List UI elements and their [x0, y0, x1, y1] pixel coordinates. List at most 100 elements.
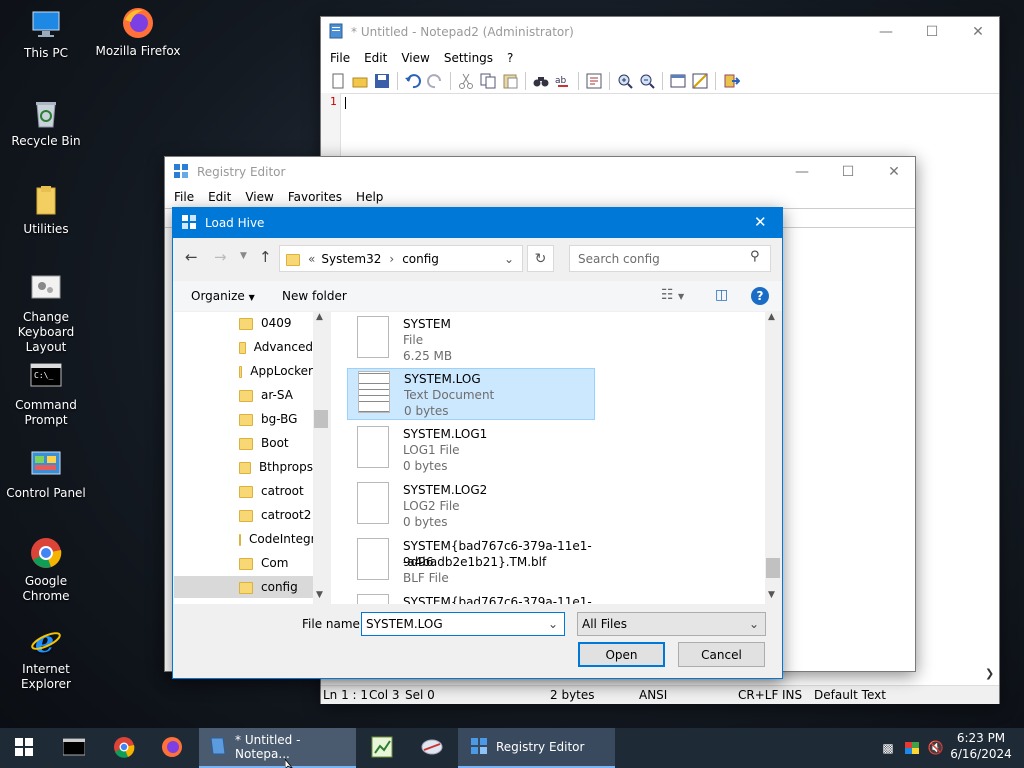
dialog-close-button[interactable]: ✕: [754, 213, 767, 231]
exit-icon[interactable]: [722, 72, 741, 90]
menu-view[interactable]: View: [394, 51, 436, 65]
settings-icon[interactable]: [691, 72, 709, 90]
new-folder-button[interactable]: New folder: [282, 289, 347, 303]
new-file-icon[interactable]: [329, 72, 347, 90]
desktop-icon-change-keyboard-layout[interactable]: Change Keyboard Layout: [0, 272, 92, 355]
search-icon[interactable]: ⚲: [750, 249, 760, 264]
address-bar[interactable]: « System32 › config ⌄: [279, 245, 523, 272]
menu-file[interactable]: File: [323, 51, 357, 65]
tree-item[interactable]: AppLocker: [174, 360, 313, 382]
file-item[interactable]: SYSTEM{bad767c6-379a-11e1-9d96: [347, 592, 595, 604]
word-wrap-icon[interactable]: [585, 72, 603, 90]
menu-edit[interactable]: Edit: [201, 190, 238, 204]
file-item[interactable]: SYSTEM.LOG1 LOG1 File 0 bytes: [347, 424, 595, 476]
search-box[interactable]: Search config ⚲: [569, 245, 771, 272]
maximize-button[interactable]: ☐: [825, 157, 871, 187]
file-list-pane[interactable]: SYSTEM File 6.25 MB SYSTEM.LOG Text Document…: [331, 312, 781, 604]
tree-item[interactable]: bg-BG: [174, 408, 313, 430]
cancel-button[interactable]: Cancel: [678, 642, 765, 667]
tree-item[interactable]: Advanced: [174, 336, 313, 358]
desktop-icon-command-prompt[interactable]: C:\_ Command Prompt: [0, 360, 92, 428]
taskbar-regedit[interactable]: Registry Editor: [458, 728, 615, 768]
tree-item[interactable]: 0409: [174, 312, 313, 334]
close-button[interactable]: ✕: [871, 157, 917, 187]
replace-icon[interactable]: ab: [554, 72, 572, 90]
notepad-hscroll-arrow[interactable]: ❯: [985, 667, 994, 680]
zoom-out-icon[interactable]: [638, 72, 656, 90]
tree-item[interactable]: Bthprops: [174, 456, 313, 478]
recent-locations-chevron-icon[interactable]: ▼: [240, 251, 247, 261]
tree-item[interactable]: catroot: [174, 480, 313, 502]
tree-item[interactable]: Boot: [174, 432, 313, 454]
file-item[interactable]: SYSTEM File 6.25 MB: [347, 314, 595, 366]
tree-scrollbar[interactable]: ▲ ▼: [313, 312, 329, 604]
tray-clock[interactable]: 6:23 PM 6/16/2024: [950, 728, 1012, 768]
file-item[interactable]: SYSTEM{bad767c6-379a-11e1-9d96 -a4badb2e1…: [347, 536, 595, 588]
breadcrumb-config[interactable]: config: [402, 252, 439, 266]
taskbar-notepad[interactable]: * Untitled - Notepa...: [199, 728, 356, 768]
scroll-down-arrow-icon[interactable]: ▼: [768, 590, 775, 600]
desktop-icon-recycle-bin[interactable]: Recycle Bin: [0, 96, 92, 149]
cut-icon[interactable]: [457, 72, 475, 90]
menu-view[interactable]: View: [238, 190, 280, 204]
open-file-icon[interactable]: [351, 72, 369, 90]
search-input[interactable]: Search config: [578, 252, 660, 266]
taskbar-app-green[interactable]: [364, 728, 400, 768]
desktop-icon-this-pc[interactable]: This PC: [0, 8, 92, 61]
desktop-icon-google-chrome[interactable]: Google Chrome: [0, 536, 92, 604]
taskbar-firefox[interactable]: [154, 728, 190, 768]
dialog-titlebar[interactable]: Load Hive: [173, 208, 782, 238]
organize-button[interactable]: Organize ▼: [191, 289, 255, 303]
tree-item[interactable]: config: [174, 576, 313, 598]
menu-settings[interactable]: Settings: [437, 51, 500, 65]
filename-input[interactable]: SYSTEM.LOG ⌄: [361, 612, 565, 636]
save-icon[interactable]: [373, 72, 391, 90]
menu-edit[interactable]: Edit: [357, 51, 394, 65]
nav-forward-button[interactable]: →: [214, 248, 227, 266]
regedit-value-pane[interactable]: [783, 229, 915, 671]
redo-icon[interactable]: [426, 72, 444, 90]
file-item[interactable]: SYSTEM.LOG2 LOG2 File 0 bytes: [347, 480, 595, 532]
scroll-thumb[interactable]: [314, 410, 328, 428]
desktop-icon-control-panel[interactable]: Control Panel: [0, 448, 92, 501]
minimize-button[interactable]: —: [779, 157, 825, 187]
file-item[interactable]: SYSTEM.LOG Text Document 0 bytes: [347, 368, 595, 420]
undo-icon[interactable]: [404, 72, 422, 90]
scroll-thumb[interactable]: [766, 558, 780, 578]
find-icon[interactable]: [532, 72, 550, 90]
tray-volume-muted-icon[interactable]: 🔇: [926, 728, 946, 768]
tree-item[interactable]: catroot2: [174, 504, 313, 526]
chevron-down-icon[interactable]: ⌄: [548, 617, 558, 631]
tree-item[interactable]: CodeIntegrity: [174, 528, 313, 550]
nav-up-button[interactable]: ↑: [259, 248, 272, 266]
address-dropdown-icon[interactable]: ⌄: [504, 252, 514, 266]
tray-color-icon[interactable]: [904, 728, 920, 768]
menu-file[interactable]: File: [167, 190, 201, 204]
tree-item[interactable]: ar-SA: [174, 384, 313, 406]
start-button[interactable]: [0, 728, 48, 768]
tree-item[interactable]: Com: [174, 552, 313, 574]
desktop-icon-internet-explorer[interactable]: e Internet Explorer: [0, 624, 92, 692]
open-button[interactable]: Open: [578, 642, 665, 667]
preview-pane-icon[interactable]: ◫: [715, 287, 728, 303]
scroll-down-arrow-icon[interactable]: ▼: [316, 590, 323, 600]
tray-network-icon[interactable]: ▩: [880, 728, 896, 768]
copy-icon[interactable]: [479, 72, 497, 90]
help-icon[interactable]: ?: [751, 287, 769, 305]
taskbar-app-network[interactable]: [414, 728, 450, 768]
taskbar-cmd[interactable]: [56, 728, 92, 768]
breadcrumb-system32[interactable]: System32: [321, 252, 381, 266]
nav-back-button[interactable]: ←: [185, 248, 198, 266]
menu-help[interactable]: ?: [500, 51, 520, 65]
file-type-select[interactable]: All Files ⌄: [577, 612, 766, 636]
scroll-up-arrow-icon[interactable]: ▲: [768, 312, 775, 322]
desktop-icon-firefox[interactable]: Mozilla Firefox: [92, 6, 184, 59]
menu-help[interactable]: Help: [349, 190, 390, 204]
taskbar-chrome[interactable]: [106, 728, 142, 768]
scheme-icon[interactable]: [669, 72, 687, 90]
scroll-up-arrow-icon[interactable]: ▲: [316, 312, 323, 322]
desktop-icon-utilities[interactable]: Utilities: [0, 184, 92, 237]
close-button[interactable]: ✕: [955, 17, 1001, 47]
load-hive-dialog[interactable]: Load Hive ✕ ← → ▼ ↑ « System32 › config …: [172, 207, 783, 679]
maximize-button[interactable]: ☐: [909, 17, 955, 47]
